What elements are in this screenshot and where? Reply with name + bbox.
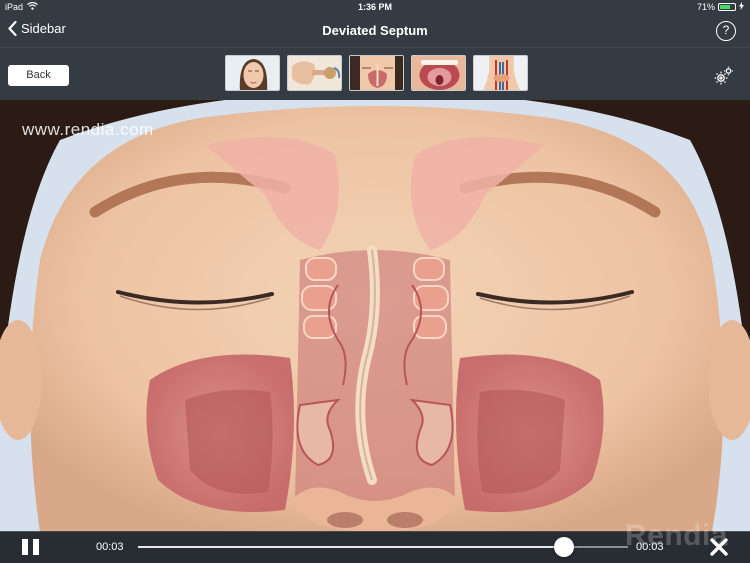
back-button[interactable]: Back (8, 65, 69, 86)
thumb-ear-anatomy[interactable] (287, 55, 342, 91)
face-thumbnail-image (226, 56, 279, 90)
battery-fill (720, 5, 730, 9)
close-icon[interactable] (710, 538, 728, 561)
progress-slider-thumb[interactable] (554, 537, 575, 557)
thumb-nasal-anatomy[interactable] (349, 55, 404, 91)
watermark-text: www.rendia.com (22, 120, 154, 139)
nasal-thumbnail-image (350, 56, 403, 90)
page-title: Deviated Septum (322, 23, 428, 38)
thumb-mouth-throat[interactable] (411, 55, 466, 91)
ear-thumbnail-image (288, 56, 341, 90)
charging-icon (739, 2, 744, 12)
mouth-thumbnail-image (412, 56, 465, 90)
pause-bar-left (22, 539, 28, 555)
pause-bar-right (33, 539, 39, 555)
thumb-neck-anatomy[interactable] (473, 55, 528, 91)
help-button[interactable]: ? (716, 21, 736, 41)
anatomy-illustration: www.rendia.com (0, 100, 750, 532)
navigation-bar: Sidebar Deviated Septum ? (0, 14, 750, 48)
battery-icon (718, 3, 736, 11)
deviated-septum-illustration (0, 100, 750, 532)
status-bar: iPad 1:36 PM 71% (0, 0, 750, 14)
pause-icon[interactable] (22, 539, 40, 555)
status-time: 1:36 PM (357, 2, 392, 12)
thumb-face[interactable] (225, 55, 280, 91)
video-player-controls: Rendia 00:03 00:03 (0, 519, 750, 563)
total-duration: 00:03 (636, 541, 664, 553)
gear-icon[interactable] (714, 66, 734, 91)
elapsed-time: 00:03 (96, 541, 124, 553)
app-window: iPad 1:36 PM 71% Sidebar Deviated Septum… (0, 0, 750, 563)
battery-percent: 71% (696, 2, 715, 12)
status-right: 71% (697, 2, 744, 12)
thumbnail-strip (225, 55, 528, 91)
toolbar: Back (0, 48, 750, 100)
progress-played (138, 546, 565, 548)
neck-thumbnail-image (474, 56, 527, 90)
